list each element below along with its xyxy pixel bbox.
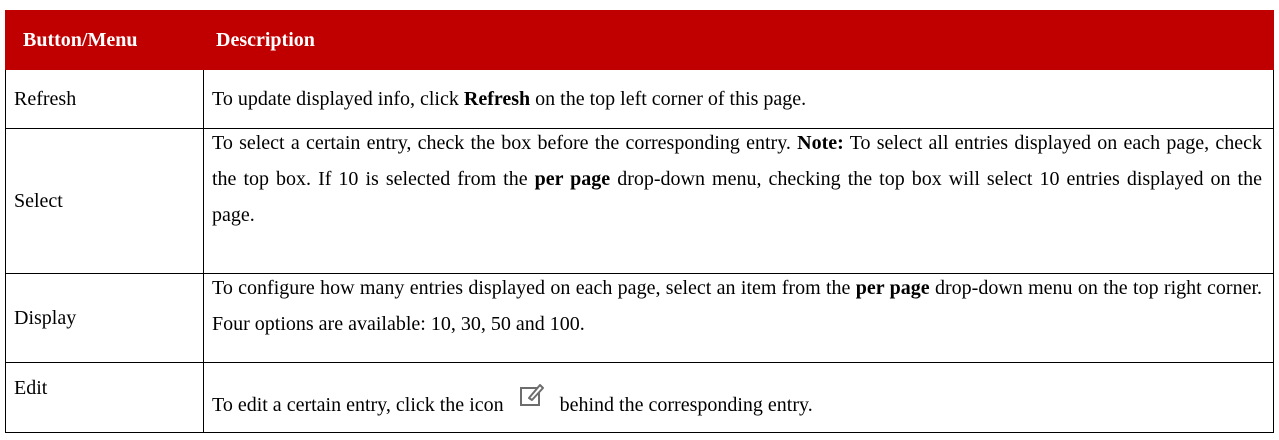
desc-text: To configure how many entries displayed … <box>212 277 856 299</box>
row-desc-edit: To edit a certain entry, click the icon … <box>204 363 1273 432</box>
edit-icon <box>518 381 546 409</box>
row-name-display: Display <box>6 274 204 362</box>
row-name-select: Select <box>6 129 204 273</box>
table-row-select: Select To select a certain entry, check … <box>5 129 1274 274</box>
desc-text: behind the corresponding entry. <box>559 393 813 416</box>
desc-text: To edit a certain entry, click the icon <box>212 393 504 416</box>
desc-bold-per-page: per page <box>534 168 611 190</box>
header-button-menu: Button/Menu <box>23 28 138 51</box>
header-description: Description <box>216 28 315 51</box>
row-desc-select: To select a certain entry, check the box… <box>204 125 1273 273</box>
table-header-row: Button/Menu Description <box>5 10 1274 70</box>
feature-table: Button/Menu Description Refresh To updat… <box>5 10 1274 433</box>
table-row-edit: Edit To edit a certain entry, click the … <box>5 363 1274 433</box>
row-name-edit: Edit <box>6 363 204 432</box>
desc-bold-note: Note: <box>797 132 844 154</box>
desc-text: To select a certain entry, check the box… <box>212 132 798 154</box>
row-name-refresh: Refresh <box>6 70 204 128</box>
desc-text: To update displayed info, click <box>212 88 464 110</box>
desc-text: on the top left corner of this page. <box>530 88 807 110</box>
table-row-display: Display To configure how many entries di… <box>5 274 1274 363</box>
desc-bold-per-page: per page <box>855 277 930 299</box>
desc-bold-refresh: Refresh <box>463 88 531 110</box>
row-desc-refresh: To update displayed info, click Refresh … <box>204 70 1273 128</box>
table-row-refresh: Refresh To update displayed info, click … <box>5 70 1274 129</box>
row-desc-display: To configure how many entries displayed … <box>204 270 1273 362</box>
